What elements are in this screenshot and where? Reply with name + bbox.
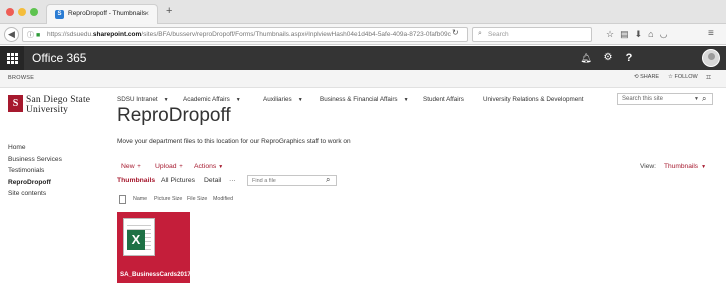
tab-close-button[interactable]: × — [144, 9, 149, 18]
suite-title[interactable]: Office 365 — [32, 51, 86, 65]
lock-icon: ■ — [35, 32, 41, 39]
column-header-picture-size[interactable]: Picture Size — [154, 196, 182, 202]
tab-all-pictures[interactable]: All Pictures — [161, 177, 195, 184]
logo-line-2: University — [26, 105, 69, 115]
minimize-window-button[interactable] — [18, 8, 26, 16]
close-window-button[interactable] — [6, 8, 14, 16]
view-label: View: — [640, 163, 657, 170]
follow-button[interactable]: ☆ FOLLOW — [668, 74, 698, 80]
browser-toolbar: ◀ ⓘ ■ https://sdsuedu.sharepoint.com/sit… — [0, 24, 726, 45]
suite-bar: Office 365 🔔︎ ⚙ ? — [0, 46, 726, 70]
chevron-down-icon: ▼ — [403, 97, 409, 103]
plus-icon: + — [135, 164, 141, 170]
chevron-down-icon: ▼ — [701, 164, 707, 170]
quick-launch-nav: Home Business Services Testimonials Repr… — [8, 142, 103, 200]
home-icon[interactable]: ⌂ — [648, 29, 659, 39]
document-type-icon[interactable] — [119, 195, 126, 204]
sidebar-item-home[interactable]: Home — [8, 142, 103, 154]
spreadsheet-preview: X — [123, 218, 155, 256]
logo-line-1: San Diego State — [26, 95, 91, 105]
browse-tab[interactable]: BROWSE — [8, 75, 34, 81]
back-arrow-icon[interactable]: ◀ — [4, 27, 19, 42]
browser-search-field[interactable]: ⌕ Search — [472, 27, 592, 42]
column-header-file-size[interactable]: File Size — [187, 196, 207, 202]
sdsu-seal-icon: S — [8, 95, 23, 112]
pocket-icon[interactable]: ◡ — [660, 29, 674, 39]
follow-label: FOLLOW — [674, 74, 698, 80]
sidebar-item-business-services[interactable]: Business Services — [8, 154, 103, 166]
topnav-item-business-financial-affairs[interactable]: Business & Financial Affairs ▼ — [320, 96, 409, 103]
browser-tab-bar: S ReproDropoff - Thumbnails × + — [0, 0, 726, 24]
help-question-icon[interactable]: ? — [618, 46, 640, 70]
sidebar-item-reprodropoff[interactable]: ReproDropoff — [8, 177, 103, 189]
url-text[interactable]: https://sdsuedu.sharepoint.com/sites/BFA… — [47, 31, 451, 38]
site-info-icon[interactable]: ⓘ ■ — [27, 30, 40, 40]
sidebar-item-testimonials[interactable]: Testimonials — [8, 165, 103, 177]
more-views-button[interactable]: ··· — [229, 177, 236, 184]
sharepoint-favicon-icon: S — [55, 10, 64, 19]
notification-bell-icon[interactable]: 🔔︎ — [575, 46, 597, 70]
new-tab-button[interactable]: + — [166, 6, 172, 17]
view-selector[interactable]: Thumbnails ▼ — [664, 163, 706, 170]
download-icon[interactable]: ⬇ — [635, 29, 649, 39]
topnav-item-student-affairs[interactable]: Student Affairs — [423, 96, 464, 103]
star-icon: ☆ — [668, 74, 673, 80]
new-button[interactable]: New + — [121, 163, 141, 170]
chevron-down-icon: ▼ — [163, 97, 169, 103]
upload-button[interactable]: Upload + — [155, 163, 183, 170]
column-header-modified[interactable]: Modified — [213, 196, 233, 202]
tab-thumbnails[interactable]: Thumbnails — [117, 177, 155, 184]
find-file-input[interactable]: Find a file ⌕ — [247, 175, 337, 186]
bookmark-star-icon[interactable]: ☆ — [606, 29, 620, 39]
address-bar[interactable]: ⓘ ■ https://sdsuedu.sharepoint.com/sites… — [22, 27, 468, 42]
focus-on-content-icon[interactable]: ⌗ — [706, 72, 711, 83]
tab-detail[interactable]: Detail — [204, 177, 221, 184]
excel-icon: X — [127, 230, 145, 250]
site-search-placeholder: Search this site — [622, 96, 664, 102]
sidebar-item-site-contents[interactable]: Site contents — [8, 188, 103, 200]
find-file-placeholder: Find a file — [252, 178, 276, 184]
file-thumbnail[interactable]: X SA_BusinessCards2017 — [117, 212, 191, 283]
reading-list-icon[interactable]: ▤ — [620, 29, 635, 39]
share-label: SHARE — [640, 74, 660, 80]
file-name[interactable]: SA_BusinessCards2017 — [120, 271, 191, 278]
column-header-name[interactable]: Name — [133, 196, 147, 202]
avatar[interactable] — [702, 49, 720, 67]
topnav-item-sdsu-intranet[interactable]: SDSU Intranet ▼ — [117, 96, 169, 103]
chevron-down-icon[interactable]: ▼ — [694, 96, 699, 102]
app-launcher-icon[interactable] — [0, 46, 24, 70]
share-button[interactable]: ⟲ SHARE — [634, 74, 659, 80]
chevron-down-icon: ▼ — [297, 97, 303, 103]
topnav-item-university-relations[interactable]: University Relations & Development — [483, 96, 583, 103]
hamburger-menu-icon[interactable]: ≡ — [708, 28, 714, 39]
search-icon[interactable]: ⌕ — [326, 175, 330, 185]
sdsu-logo[interactable]: S San Diego State University — [8, 95, 108, 119]
browser-tab[interactable]: S ReproDropoff - Thumbnails × — [46, 4, 158, 24]
page-title: ReproDropoff — [117, 105, 231, 126]
page-description: Move your department files to this locat… — [117, 138, 351, 145]
site-search-input[interactable]: Search this site ▼ ⌕ — [617, 93, 713, 105]
tab-title: ReproDropoff - Thumbnails — [68, 10, 147, 17]
reload-icon[interactable]: ↻ — [452, 28, 459, 37]
maximize-window-button[interactable] — [30, 8, 38, 16]
topnav-item-auxiliaries[interactable]: Auxiliaries ▼ — [263, 96, 303, 103]
topnav-item-academic-affairs[interactable]: Academic Affairs ▼ — [183, 96, 241, 103]
ribbon-bar: BROWSE ⟲ SHARE ☆ FOLLOW ⌗ — [0, 70, 726, 88]
chevron-down-icon: ▼ — [218, 164, 224, 170]
share-icon: ⟲ — [634, 74, 639, 80]
plus-icon: + — [177, 164, 183, 170]
browser-search-placeholder: Search — [488, 31, 509, 38]
actions-button[interactable]: Actions ▼ — [194, 163, 223, 170]
settings-gear-icon[interactable]: ⚙ — [597, 46, 619, 70]
chevron-down-icon: ▼ — [235, 97, 241, 103]
search-icon: ⌕ — [478, 30, 482, 37]
browser-toolbar-icons: ☆▤⬇⌂◡ — [606, 29, 673, 40]
search-icon[interactable]: ⌕ — [702, 94, 706, 104]
